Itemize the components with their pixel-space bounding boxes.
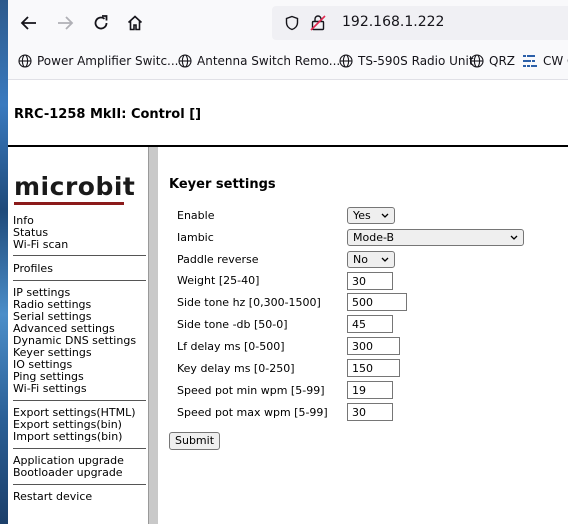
globe-icon bbox=[339, 54, 353, 68]
globe-icon bbox=[178, 54, 192, 68]
nav-link-restart-device[interactable]: Restart device bbox=[13, 491, 92, 503]
cw-site-icon bbox=[523, 55, 537, 67]
side-tone-hz-input[interactable]: 500 bbox=[347, 293, 407, 311]
weight-label: Weight [25-40] bbox=[177, 274, 260, 287]
bookmarks-bar: Power Amplifier Switc... Antenna Switch … bbox=[8, 46, 568, 80]
nav-group-profiles: Profiles bbox=[13, 263, 53, 275]
reload-button[interactable] bbox=[90, 12, 112, 34]
desktop-background bbox=[0, 0, 8, 524]
bookmark-label: Power Amplifier Switc... bbox=[37, 54, 179, 68]
chevron-down-icon bbox=[510, 235, 518, 240]
nav-group-upgrade: Application upgrade Bootloader upgrade bbox=[13, 455, 124, 479]
bookmark-ts590s[interactable]: TS-590S Radio Unit bbox=[339, 54, 474, 68]
nav-link-wifi-settings[interactable]: Wi-Fi settings bbox=[13, 383, 136, 395]
globe-icon bbox=[470, 54, 484, 68]
weight-input[interactable]: 30 bbox=[347, 272, 393, 290]
nav-divider bbox=[13, 400, 146, 401]
bookmark-cw[interactable]: CW C bbox=[523, 54, 568, 68]
key-delay-input[interactable]: 150 bbox=[347, 359, 400, 377]
paddle-reverse-value: No bbox=[353, 253, 368, 266]
nav-link-profiles[interactable]: Profiles bbox=[13, 263, 53, 275]
bookmark-label: Antenna Switch Remo... bbox=[197, 54, 341, 68]
nav-group-settings: IP settings Radio settings Serial settin… bbox=[13, 287, 136, 395]
form-title: Keyer settings bbox=[169, 177, 276, 192]
url-text: 192.168.1.222 bbox=[342, 14, 445, 30]
microbit-logo: microbit bbox=[14, 172, 136, 201]
speed-pot-min-input[interactable]: 19 bbox=[347, 381, 393, 399]
bookmark-label: TS-590S Radio Unit bbox=[358, 54, 474, 68]
bookmark-power-amplifier[interactable]: Power Amplifier Switc... bbox=[18, 54, 178, 68]
submit-button[interactable]: Submit bbox=[169, 432, 221, 450]
paddle-reverse-select[interactable]: No bbox=[347, 251, 395, 268]
back-arrow-icon bbox=[20, 16, 36, 30]
chevron-down-icon bbox=[381, 213, 389, 218]
iambic-value: Mode-B bbox=[353, 231, 395, 244]
browser-toolbar: 192.168.1.222 bbox=[8, 0, 568, 46]
nav-divider bbox=[13, 484, 146, 485]
forward-button[interactable] bbox=[54, 12, 76, 34]
iambic-select[interactable]: Mode-B bbox=[347, 229, 524, 246]
nav-group-info: Info Status Wi-Fi scan bbox=[13, 215, 68, 251]
nav-link-wifi-scan[interactable]: Wi-Fi scan bbox=[13, 239, 68, 251]
back-button[interactable] bbox=[18, 12, 40, 34]
enable-select[interactable]: Yes bbox=[347, 207, 395, 224]
speed-pot-max-label: Speed pot max wpm [5-99] bbox=[177, 406, 328, 419]
bookmark-qrz[interactable]: QRZ bbox=[470, 54, 515, 68]
side-tone-db-label: Side tone -db [50-0] bbox=[177, 318, 288, 331]
home-icon bbox=[127, 15, 143, 31]
bookmark-label: QRZ bbox=[489, 54, 516, 68]
nav-divider bbox=[13, 448, 146, 449]
nav-divider bbox=[13, 255, 146, 256]
bookmark-label: CW C bbox=[543, 54, 568, 68]
nav-link-import-bin[interactable]: Import settings(bin) bbox=[13, 431, 136, 443]
bookmark-antenna-switch[interactable]: Antenna Switch Remo... bbox=[178, 54, 340, 68]
reload-icon bbox=[94, 15, 108, 30]
shield-icon bbox=[285, 15, 299, 31]
lf-delay-input[interactable]: 300 bbox=[347, 337, 400, 355]
chevron-down-icon bbox=[381, 257, 389, 262]
home-button[interactable] bbox=[124, 12, 146, 34]
forward-arrow-icon bbox=[58, 16, 74, 30]
sidebar-border bbox=[148, 147, 158, 524]
speed-pot-min-label: Speed pot min wpm [5-99] bbox=[177, 384, 325, 397]
speed-pot-max-input[interactable]: 30 bbox=[347, 403, 393, 421]
enable-value: Yes bbox=[353, 209, 371, 222]
nav-group-restart: Restart device bbox=[13, 491, 92, 503]
paddle-reverse-label: Paddle reverse bbox=[177, 253, 259, 266]
nav-link-bootloader-upgrade[interactable]: Bootloader upgrade bbox=[13, 467, 124, 479]
address-bar[interactable]: 192.168.1.222 bbox=[272, 6, 568, 40]
logo-underline bbox=[14, 202, 124, 205]
side-tone-hz-label: Side tone hz [0,300-1500] bbox=[177, 296, 321, 309]
nav-group-export: Export settings(HTML) Export settings(bi… bbox=[13, 407, 136, 443]
key-delay-label: Key delay ms [0-250] bbox=[177, 362, 295, 375]
enable-label: Enable bbox=[177, 209, 215, 222]
insecure-lock-icon bbox=[310, 15, 326, 31]
lf-delay-label: Lf delay ms [0-500] bbox=[177, 340, 285, 353]
nav-divider bbox=[13, 280, 146, 281]
page-title: RRC-1258 MkII: Control [] bbox=[14, 107, 202, 122]
side-tone-db-input[interactable]: 45 bbox=[347, 315, 393, 333]
globe-icon bbox=[18, 54, 32, 68]
iambic-label: Iambic bbox=[177, 231, 214, 244]
